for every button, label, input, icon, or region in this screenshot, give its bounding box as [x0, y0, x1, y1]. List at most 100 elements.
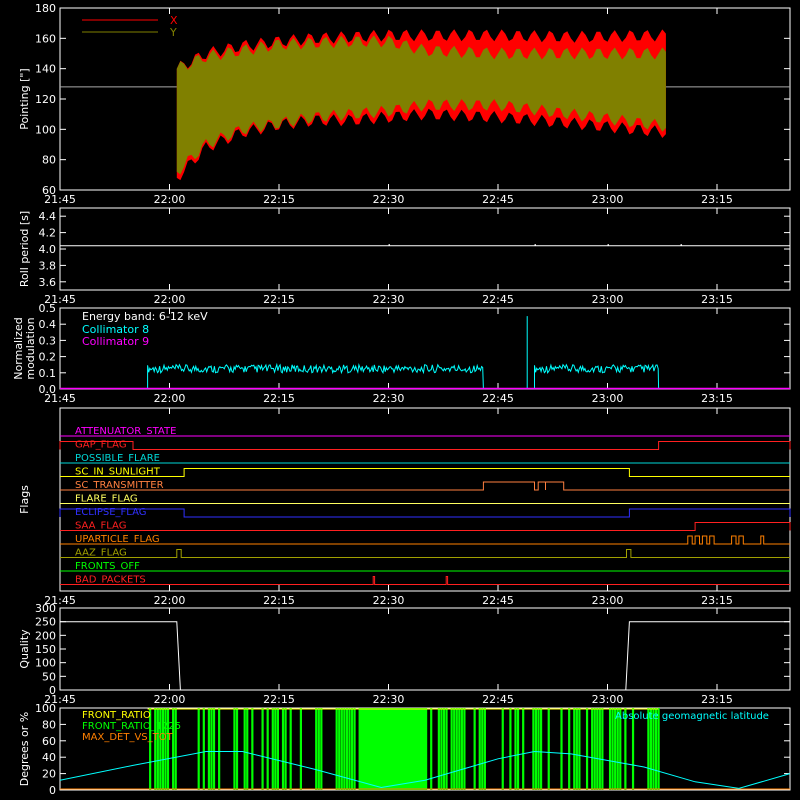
- modulation-collimator-8-line: [147, 362, 484, 390]
- flag-label: UPARTICLE_FLAG: [75, 534, 160, 545]
- ratios-ylabel: Degrees or %: [18, 712, 31, 786]
- roll-ytick-label: 4.4: [39, 210, 57, 223]
- pointing-xtick-label: 22:30: [373, 193, 405, 206]
- flag-line-gap-flag: [59, 441, 791, 450]
- quality-ytick-label: 50: [42, 670, 56, 683]
- modulation-ytick-label: 0.3: [39, 334, 57, 347]
- roll-ylabel: Roll period [s]: [18, 211, 31, 287]
- flag-label: FLARE_FLAG: [75, 494, 138, 505]
- flag-label: SC_IN_SUNLIGHT: [75, 467, 161, 478]
- flag-label: ATTENUATOR_STATE: [75, 426, 176, 437]
- roll-period-point: [607, 244, 609, 246]
- chart-canvas: 60 80 100 120 140 160 180 Pointing ["] 21:45 22:0…: [12, 2, 791, 797]
- quality-line: [60, 621, 790, 691]
- roll-xtick-label: 23:15: [701, 293, 733, 306]
- pointing-ytick-label: 80: [42, 154, 56, 167]
- pointing-ytick-label: 180: [35, 2, 56, 15]
- orbit-summary-chart: 60 80 100 120 140 160 180 Pointing ["] 21:45 22:0…: [0, 0, 800, 800]
- roll-ytick-label: 4.0: [39, 243, 57, 256]
- flag-line-uparticle-flag: [60, 535, 790, 545]
- pointing-ytick-label: 140: [35, 63, 56, 76]
- flags-xtick-label: 22:00: [154, 594, 186, 607]
- pointing-xtick-label: 23:00: [592, 193, 624, 206]
- flag-label: SC_TRANSMITTER: [75, 480, 164, 491]
- flag-label: AAZ_FLAG: [75, 548, 127, 559]
- modulation-legend-title: Energy band: 6-12 keV: [82, 310, 208, 323]
- modulation-xtick-label: 23:00: [592, 392, 624, 405]
- roll-xtick-label: 23:00: [592, 293, 624, 306]
- ratios-ytick-label: 40: [42, 751, 56, 764]
- quality-ytick-label: 200: [35, 629, 56, 642]
- flag-label: SAA_FLAG: [75, 521, 126, 532]
- quality-xtick-label: 22:30: [373, 693, 405, 706]
- modulation-legend-label: Collimator 9: [82, 335, 149, 348]
- flag-line-aaz-flag: [60, 549, 790, 558]
- flag-label: FRONTS_OFF: [75, 561, 140, 572]
- pointing-xtick-label: 22:15: [263, 193, 295, 206]
- flag-line-bad-packets: [60, 576, 790, 585]
- modulation-xtick-label: 23:15: [701, 392, 733, 405]
- quality-xtick-label: 23:15: [701, 693, 733, 706]
- flags-xtick-label: 23:00: [592, 594, 624, 607]
- ratios-ytick-label: 60: [42, 735, 56, 748]
- ratios-legend-label: FRONT_RATIO_1225: [82, 721, 181, 732]
- modulation-ytick-label: 0.5: [39, 302, 57, 315]
- modulation-xtick-label: 21:45: [44, 392, 76, 405]
- ratios-legend-label: FRONT_RATIO: [82, 710, 151, 721]
- quality-xtick-label: 22:45: [482, 693, 514, 706]
- flags-xtick-label: 22:30: [373, 594, 405, 607]
- quality-ytick-label: 150: [35, 643, 56, 656]
- roll-xtick-label: 22:15: [263, 293, 295, 306]
- roll-ytick-label: 3.8: [39, 259, 57, 272]
- quality-ytick-label: 100: [35, 657, 56, 670]
- roll-xtick-label: 22:30: [373, 293, 405, 306]
- pointing-ytick-label: 160: [35, 32, 56, 45]
- modulation-ylabel: modulation: [24, 317, 37, 379]
- flag-line-sc-in-sunlight: [60, 468, 790, 477]
- modulation-ytick-label: 0.2: [39, 351, 57, 364]
- ratios-ytick-label: 0: [49, 784, 56, 797]
- roll-period-point: [680, 244, 682, 246]
- roll-period-point: [388, 244, 390, 246]
- ratios-legend-right: Absolute geomagnetic latitude: [615, 711, 769, 722]
- modulation-xtick-label: 22:30: [373, 392, 405, 405]
- pointing-ylabel: Pointing ["]: [18, 68, 31, 129]
- ratios-ytick-label: 100: [35, 702, 56, 715]
- roll-frame: [59, 207, 791, 291]
- pointing-xtick-label: 22:00: [154, 193, 186, 206]
- flag-label: BAD_PACKETS: [75, 575, 146, 586]
- roll-xtick-label: 22:00: [154, 293, 186, 306]
- modulation-xtick-label: 22:45: [482, 392, 514, 405]
- pointing-ytick-label: 100: [35, 123, 56, 136]
- ratios-ytick-label: 80: [42, 718, 56, 731]
- pointing-ytick-label: 120: [35, 93, 56, 106]
- quality-ylabel: Quality: [18, 629, 31, 669]
- ratios-front-ratio-1225-block: [359, 708, 425, 790]
- quality-frame: [59, 607, 791, 691]
- modulation-ytick-label: 0.4: [39, 318, 57, 331]
- modulation-ytick-label: 0.1: [39, 367, 57, 380]
- modulation-xtick-label: 22:00: [154, 392, 186, 405]
- modulation-xtick-label: 22:15: [263, 392, 295, 405]
- roll-ytick-label: 3.6: [39, 276, 57, 289]
- pointing-xtick-label: 22:45: [482, 193, 514, 206]
- pointing-xtick-label: 23:15: [701, 193, 733, 206]
- quality-ytick-label: 300: [35, 602, 56, 615]
- flag-line-eclipse-flag: [59, 508, 791, 518]
- quality-ytick-label: 250: [35, 616, 56, 629]
- flag-line-saa-flag: [60, 522, 791, 531]
- flags-xtick-label: 22:45: [482, 594, 514, 607]
- quality-xtick-label: 22:00: [154, 693, 186, 706]
- roll-xtick-label: 22:45: [482, 293, 514, 306]
- roll-ytick-label: 4.2: [39, 227, 57, 240]
- flags-xtick-label: 22:15: [263, 594, 295, 607]
- pointing-legend-label: Y: [169, 26, 177, 39]
- ratios-legend-label: MAX_DET_VS_TOT: [82, 732, 174, 743]
- roll-period-point: [534, 244, 536, 246]
- flag-label: POSSIBLE_FLARE: [75, 453, 160, 464]
- modulation-collimator-8-line: [534, 363, 660, 390]
- ratios-ytick-label: 20: [42, 768, 56, 781]
- flag-line-sc-transmitter: [60, 481, 790, 491]
- flags-xtick-label: 23:15: [701, 594, 733, 607]
- pointing-xtick-label: 21:45: [44, 193, 76, 206]
